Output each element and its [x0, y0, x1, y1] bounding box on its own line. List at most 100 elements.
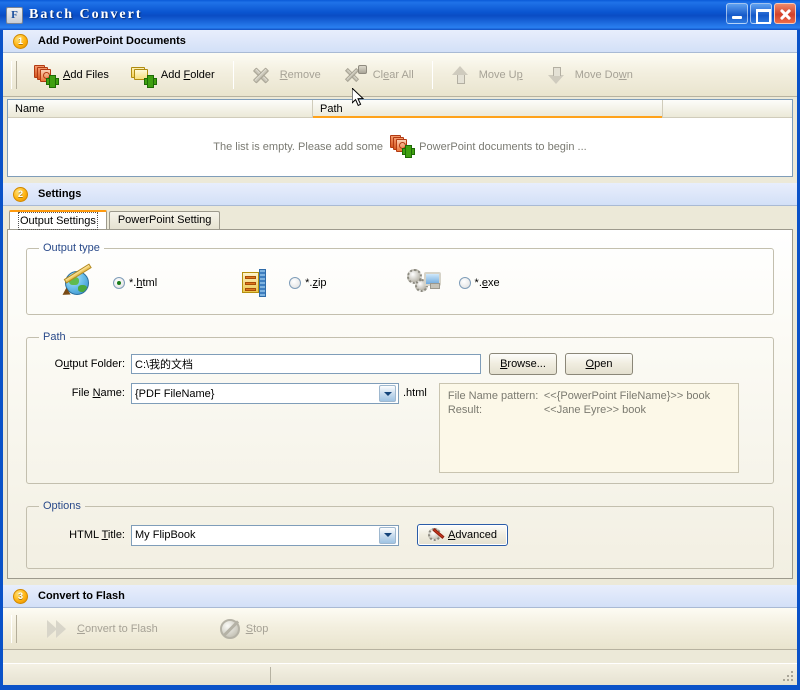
clear-all-label: Clear All [372, 68, 414, 81]
html-title-combo[interactable]: My FlipBook [131, 524, 399, 546]
maximize-button[interactable] [750, 3, 772, 24]
stop-label: Stop [245, 622, 269, 635]
file-list[interactable]: Name Path The list is empty. Please add … [7, 99, 793, 177]
output-type-zip-label: *.zip [305, 277, 327, 289]
file-name-label: File Name: [71, 387, 125, 399]
convert-toolbar-grip[interactable] [11, 614, 17, 643]
powerpoint-document-icon [389, 134, 416, 158]
close-button[interactable] [774, 3, 796, 24]
remove-icon [250, 64, 274, 86]
add-files-label: Add Files [63, 68, 109, 81]
status-left [3, 666, 271, 683]
status-right [271, 667, 797, 683]
toolbar-grip[interactable] [11, 60, 17, 89]
step-3-title: Convert to Flash [38, 590, 125, 602]
remove-button[interactable]: Remove [240, 58, 331, 92]
step-1-number: 1 [13, 33, 28, 49]
file-name-value: {PDF FileName} [135, 387, 215, 400]
tab-powerpoint-setting[interactable]: PowerPoint Setting [108, 211, 221, 229]
move-up-icon [449, 64, 473, 86]
advanced-button-label: Advanced [448, 529, 497, 541]
convert-to-flash-label: Convert to Flash [77, 622, 158, 635]
settings-area: Output Settings PowerPoint Setting Outpu… [3, 210, 797, 579]
file-name-combo[interactable]: {PDF FileName} [131, 383, 399, 404]
column-header-name[interactable]: Name [8, 100, 313, 117]
step-1-header: 1 Add PowerPoint Documents [3, 30, 797, 53]
toolbar-separator-1 [232, 60, 234, 89]
app-icon: F [6, 6, 23, 24]
move-down-icon [545, 64, 569, 86]
add-files-button[interactable]: Add Files [23, 58, 119, 92]
open-button[interactable]: Open [565, 353, 633, 375]
radio-exe[interactable] [458, 277, 471, 289]
step-3-header: 3 Convert to Flash [3, 585, 797, 608]
chevron-down-icon-2[interactable] [379, 526, 396, 544]
tab-powerpoint-setting-label: PowerPoint Setting [117, 214, 212, 226]
gear-wrench-icon [428, 528, 445, 542]
chevron-down-icon[interactable] [379, 385, 396, 402]
minimize-button[interactable] [726, 3, 748, 24]
radio-zip[interactable] [289, 277, 302, 289]
output-type-legend: Output type [43, 242, 100, 254]
options-group: Options HTML Title: My FlipBook Advanced [26, 500, 774, 569]
move-up-button[interactable]: Move Up [439, 58, 533, 92]
output-type-options: *.html *.zip *.exe [39, 262, 761, 304]
stop-icon [219, 618, 240, 639]
remove-label: Remove [279, 68, 321, 81]
options-legend: Options [43, 500, 81, 512]
result-label: Result: [447, 404, 483, 416]
output-type-zip[interactable]: *.zip [235, 265, 327, 301]
toolbar-separator-2 [431, 60, 433, 89]
output-folder-label: Output Folder: [54, 358, 125, 370]
window-title: Batch Convert [29, 7, 143, 22]
file-list-header: Name Path [8, 100, 792, 118]
output-folder-input[interactable] [131, 354, 481, 374]
clear-all-button[interactable]: Clear All [333, 58, 424, 92]
move-down-button[interactable]: Move Down [535, 58, 643, 92]
zip-archive-icon [235, 265, 275, 301]
radio-html[interactable] [113, 277, 125, 289]
add-folder-label: Add Folder [160, 68, 215, 81]
browse-button[interactable]: Browse... [489, 353, 557, 375]
add-folder-button[interactable]: Add Folder [121, 58, 225, 92]
clear-all-icon [343, 64, 367, 86]
html-globe-icon [59, 263, 99, 301]
html-title-value: My FlipBook [135, 529, 196, 541]
path-legend: Path [43, 331, 66, 343]
step-1-title: Add PowerPoint Documents [38, 35, 186, 47]
path-group: Path Output Folder: Browse... Open File … [26, 331, 774, 484]
app-icon-letter: F [11, 9, 18, 21]
convert-play-icon [45, 619, 71, 639]
result-value: <<Jane Eyre>> book [543, 404, 646, 416]
window-controls [726, 3, 796, 24]
settings-tabs: Output Settings PowerPoint Setting [3, 210, 797, 230]
output-settings-pane: Output type *.html *.zip *.exe Path Outp… [7, 229, 793, 579]
open-button-label: Open [585, 358, 613, 370]
file-name-extension: .html [403, 387, 427, 399]
output-type-group: Output type *.html *.zip *.exe [26, 242, 774, 315]
stop-button[interactable]: Stop [210, 612, 279, 646]
output-type-html[interactable]: *.html [59, 263, 158, 301]
add-files-icon [33, 64, 59, 88]
empty-list-text-before: The list is empty. Please add some [213, 141, 384, 153]
column-header-filler [663, 100, 792, 117]
convert-to-flash-button[interactable]: Convert to Flash [35, 612, 168, 646]
advanced-button[interactable]: Advanced [417, 524, 508, 546]
output-type-exe-label: *.exe [474, 277, 500, 289]
empty-list-message: The list is empty. Please add some Power… [8, 134, 792, 158]
step-3-number: 3 [13, 588, 28, 604]
pattern-value: <<{PowerPoint FileName}>> book [543, 390, 711, 402]
output-type-exe[interactable]: *.exe [405, 265, 500, 301]
column-header-path[interactable]: Path [313, 100, 663, 118]
tab-output-settings[interactable]: Output Settings [9, 210, 107, 230]
step-2-title: Settings [38, 188, 82, 200]
browse-button-label: Browse... [500, 358, 546, 370]
pattern-label: File Name pattern: [447, 390, 539, 402]
client-area: 1 Add PowerPoint Documents Add Files Add… [3, 30, 797, 685]
add-folder-icon [130, 64, 157, 88]
empty-list-text-after: PowerPoint documents to begin ... [419, 141, 587, 153]
batch-convert-window: F Batch Convert 1 Add PowerPoint Documen… [0, 0, 800, 690]
html-title-label: HTML Title: [69, 529, 125, 541]
output-type-html-label: *.html [129, 277, 158, 289]
resize-grip[interactable] [781, 669, 795, 683]
